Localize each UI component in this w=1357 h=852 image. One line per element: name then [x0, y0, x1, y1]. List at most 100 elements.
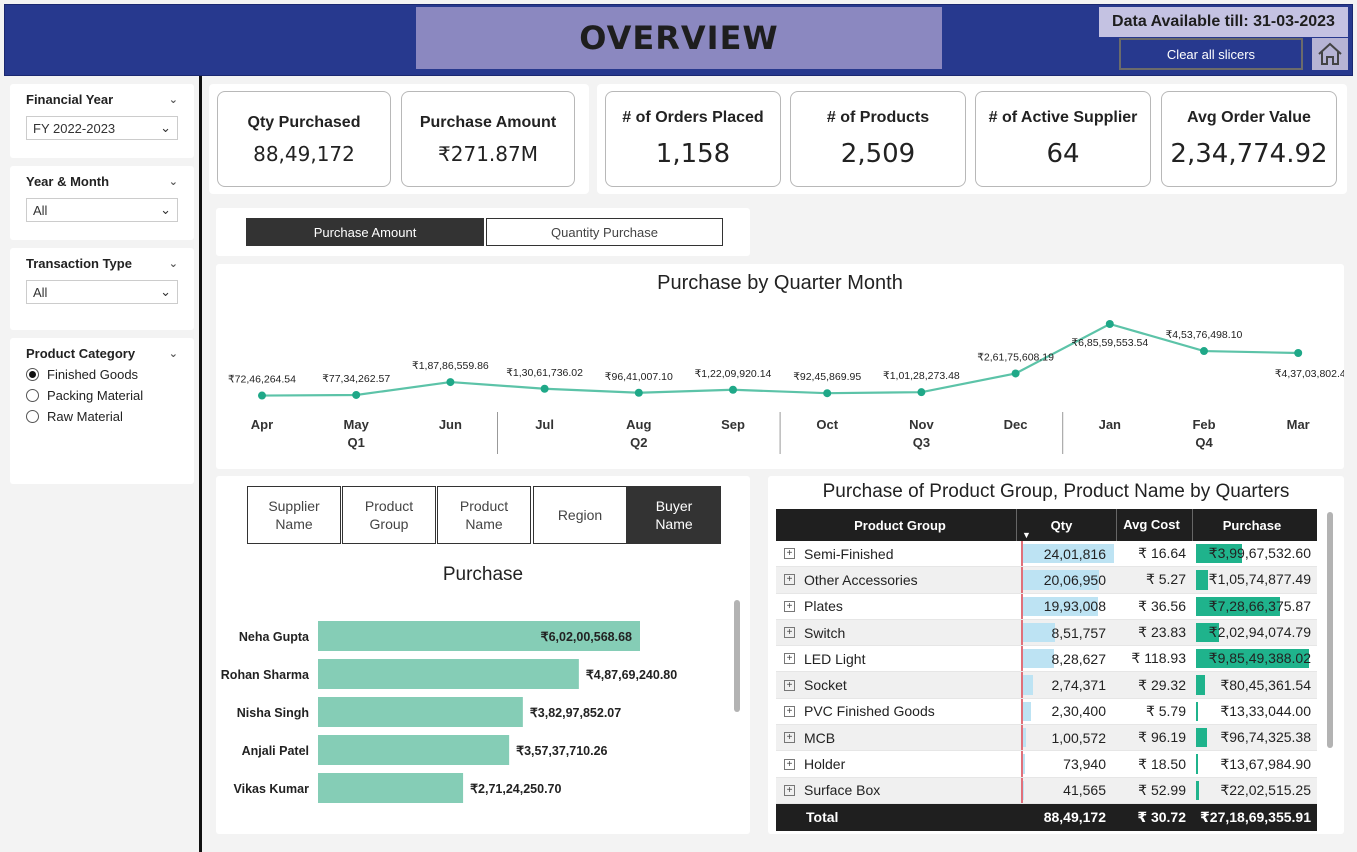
chevron-down-icon: ⌄ [160, 120, 171, 135]
bar [318, 735, 510, 765]
product-group-label: LED Light [804, 650, 866, 667]
header-qty[interactable]: ▼ Qty [1016, 509, 1116, 541]
kpi-label: Avg Order Value [1187, 109, 1311, 126]
table-row[interactable]: + MCB 1,00,572 ₹ 96.19 ₹96,74,325.38 [776, 725, 1317, 752]
data-point [634, 388, 643, 397]
line-chart-card: Purchase by Quarter Month ₹72,46,264.54 A… [216, 264, 1344, 469]
clear-slicers-button[interactable]: Clear all slicers [1119, 38, 1303, 70]
cell-avg-cost: ₹ 18.50 [1138, 755, 1186, 772]
table-body: + Semi-Finished 24,01,816 ₹ 16.64 ₹3,99,67,5… [776, 541, 1317, 804]
table-row[interactable]: + Holder 73,940 ₹ 18.50 ₹13,67,984.90 [776, 751, 1317, 778]
table-row[interactable]: + Surface Box 41,565 ₹ 52.99 ₹22,02,515.25 [776, 777, 1317, 804]
bar-chart-scrollbar[interactable] [734, 600, 740, 712]
expand-icon[interactable]: + [784, 679, 795, 691]
table-total-row: Total 88,49,172 ₹ 30.72 ₹27,18,69,355.91 [776, 803, 1317, 831]
data-point [1200, 347, 1208, 356]
expand-icon[interactable]: + [784, 574, 795, 586]
quarter-label: Q1 [348, 435, 365, 450]
chevron-down-icon[interactable]: ⌄ [169, 257, 178, 270]
chevron-down-icon[interactable]: ⌄ [169, 175, 178, 188]
cell-product-group: + Other Accessories [776, 572, 1016, 588]
kpi-active-supplier: # of Active Supplier 64 [975, 91, 1151, 187]
purchase-data-bar [1196, 570, 1209, 590]
data-point [258, 391, 266, 400]
kpi-label: # of Orders Placed [622, 109, 764, 126]
product-group-label: Other Accessories [804, 571, 918, 588]
cell-qty: 20,06,950 [1016, 567, 1116, 593]
data-label: ₹2,61,75,608.19 [977, 351, 1054, 363]
expand-icon[interactable]: + [784, 705, 795, 717]
year-month-dropdown[interactable]: All ⌄ [26, 198, 178, 222]
radio-finished-goods[interactable]: Finished Goods [26, 367, 178, 382]
cell-avg-cost: ₹ 96.19 [1138, 729, 1186, 746]
bar [318, 659, 579, 689]
table-scrollbar[interactable] [1327, 512, 1333, 748]
header-avg-cost[interactable]: Avg Cost [1116, 509, 1192, 541]
product-group-table-card: Purchase of Product Group, Product Name … [768, 476, 1344, 834]
transaction-type-dropdown[interactable]: All ⌄ [26, 280, 178, 304]
toggle-quantity-purchase[interactable]: Quantity Purchase [486, 218, 723, 246]
radio-button[interactable] [26, 389, 39, 402]
bar [318, 773, 464, 803]
table-title: Purchase of Product Group, Product Name … [822, 481, 1290, 502]
purchase-value: ₹7,28,66,375.87 [1208, 597, 1311, 614]
radio-button[interactable] [26, 410, 39, 423]
value-label: ₹3,57,37,710.26 [516, 744, 607, 758]
home-button[interactable] [1312, 38, 1348, 70]
cell-purchase: ₹7,28,66,375.87 [1192, 594, 1317, 619]
slicer-label: Financial Year [26, 92, 114, 107]
product-group-label: Holder [804, 756, 846, 773]
x-tick-label: Sep [721, 417, 745, 432]
slicer-label: Year & Month [26, 174, 110, 189]
radio-raw-material[interactable]: Raw Material [26, 409, 178, 424]
header-purchase[interactable]: Purchase [1192, 509, 1317, 541]
cell-avg-cost: ₹ 52.99 [1138, 781, 1186, 798]
header-bar: OVERVIEW Data Available till: 31-03-2023… [4, 4, 1353, 76]
data-point [729, 385, 737, 394]
chevron-down-icon[interactable]: ⌄ [169, 347, 178, 360]
cell-qty: 41,565 [1016, 777, 1116, 803]
header-product-group[interactable]: Product Group [776, 518, 1016, 533]
cell-avg-cost: ₹ 5.27 [1145, 571, 1186, 588]
product-group-label: Switch [804, 624, 846, 641]
radio-button[interactable] [26, 368, 39, 381]
expand-icon[interactable]: + [784, 784, 795, 796]
data-point [1105, 320, 1114, 328]
chevron-down-icon: ⌄ [160, 284, 171, 299]
product-group-table: Product Group ▼ Qty Avg Cost Purchase + S… [776, 509, 1317, 831]
table-row[interactable]: + Semi-Finished 24,01,816 ₹ 16.64 ₹3,99,67,5… [776, 541, 1317, 568]
table-row[interactable]: + Socket 2,74,371 ₹ 29.32 ₹80,45,361.54 [776, 672, 1317, 699]
expand-icon[interactable]: + [784, 732, 795, 744]
expand-icon[interactable]: + [784, 627, 795, 639]
cell-purchase: ₹9,85,49,388.02 [1192, 646, 1317, 671]
x-tick-label: Jun [439, 417, 462, 432]
table-row[interactable]: + LED Light 8,28,627 ₹ 118.93 ₹9,85,49,388.0… [776, 646, 1317, 673]
table-row[interactable]: + Switch 8,51,757 ₹ 23.83 ₹2,02,94,074.79 [776, 619, 1317, 647]
data-label: ₹4,37,03,802.42 [1275, 368, 1344, 380]
table-row[interactable]: + Plates 19,93,008 ₹ 36.56 ₹7,28,66,375.87 [776, 593, 1317, 620]
page-title-box: OVERVIEW [416, 7, 942, 69]
expand-icon[interactable]: + [784, 548, 795, 560]
expand-icon[interactable]: + [784, 758, 795, 770]
slicer-label: Transaction Type [26, 256, 132, 271]
radio-label: Packing Material [47, 388, 144, 403]
qty-value: 8,28,627 [1051, 650, 1107, 667]
data-label: ₹96,41,007.10 [605, 371, 673, 383]
reference-line [1021, 619, 1023, 646]
qty-value: 2,74,371 [1051, 677, 1107, 694]
expand-icon[interactable]: + [784, 653, 795, 665]
chevron-down-icon[interactable]: ⌄ [169, 93, 178, 106]
quarter-label: Q3 [913, 435, 930, 450]
data-available-label: Data Available till: 31-03-2023 [1099, 7, 1348, 37]
toggle-purchase-amount[interactable]: Purchase Amount [246, 218, 484, 246]
financial-year-dropdown[interactable]: FY 2022-2023 ⌄ [26, 116, 178, 140]
qty-value: 1,00,572 [1051, 729, 1107, 746]
expand-icon[interactable]: + [784, 600, 795, 612]
measure-toggle: Purchase Amount Quantity Purchase [216, 208, 750, 256]
data-point [917, 388, 926, 397]
table-row[interactable]: + PVC Finished Goods 2,30,400 ₹ 5.79 ₹13,33,… [776, 698, 1317, 726]
radio-packing-material[interactable]: Packing Material [26, 388, 178, 403]
table-row[interactable]: + Other Accessories 20,06,950 ₹ 5.27 ₹1,05,7… [776, 567, 1317, 594]
qty-value: 73,940 [1063, 756, 1106, 773]
x-tick-label: May [344, 417, 370, 432]
